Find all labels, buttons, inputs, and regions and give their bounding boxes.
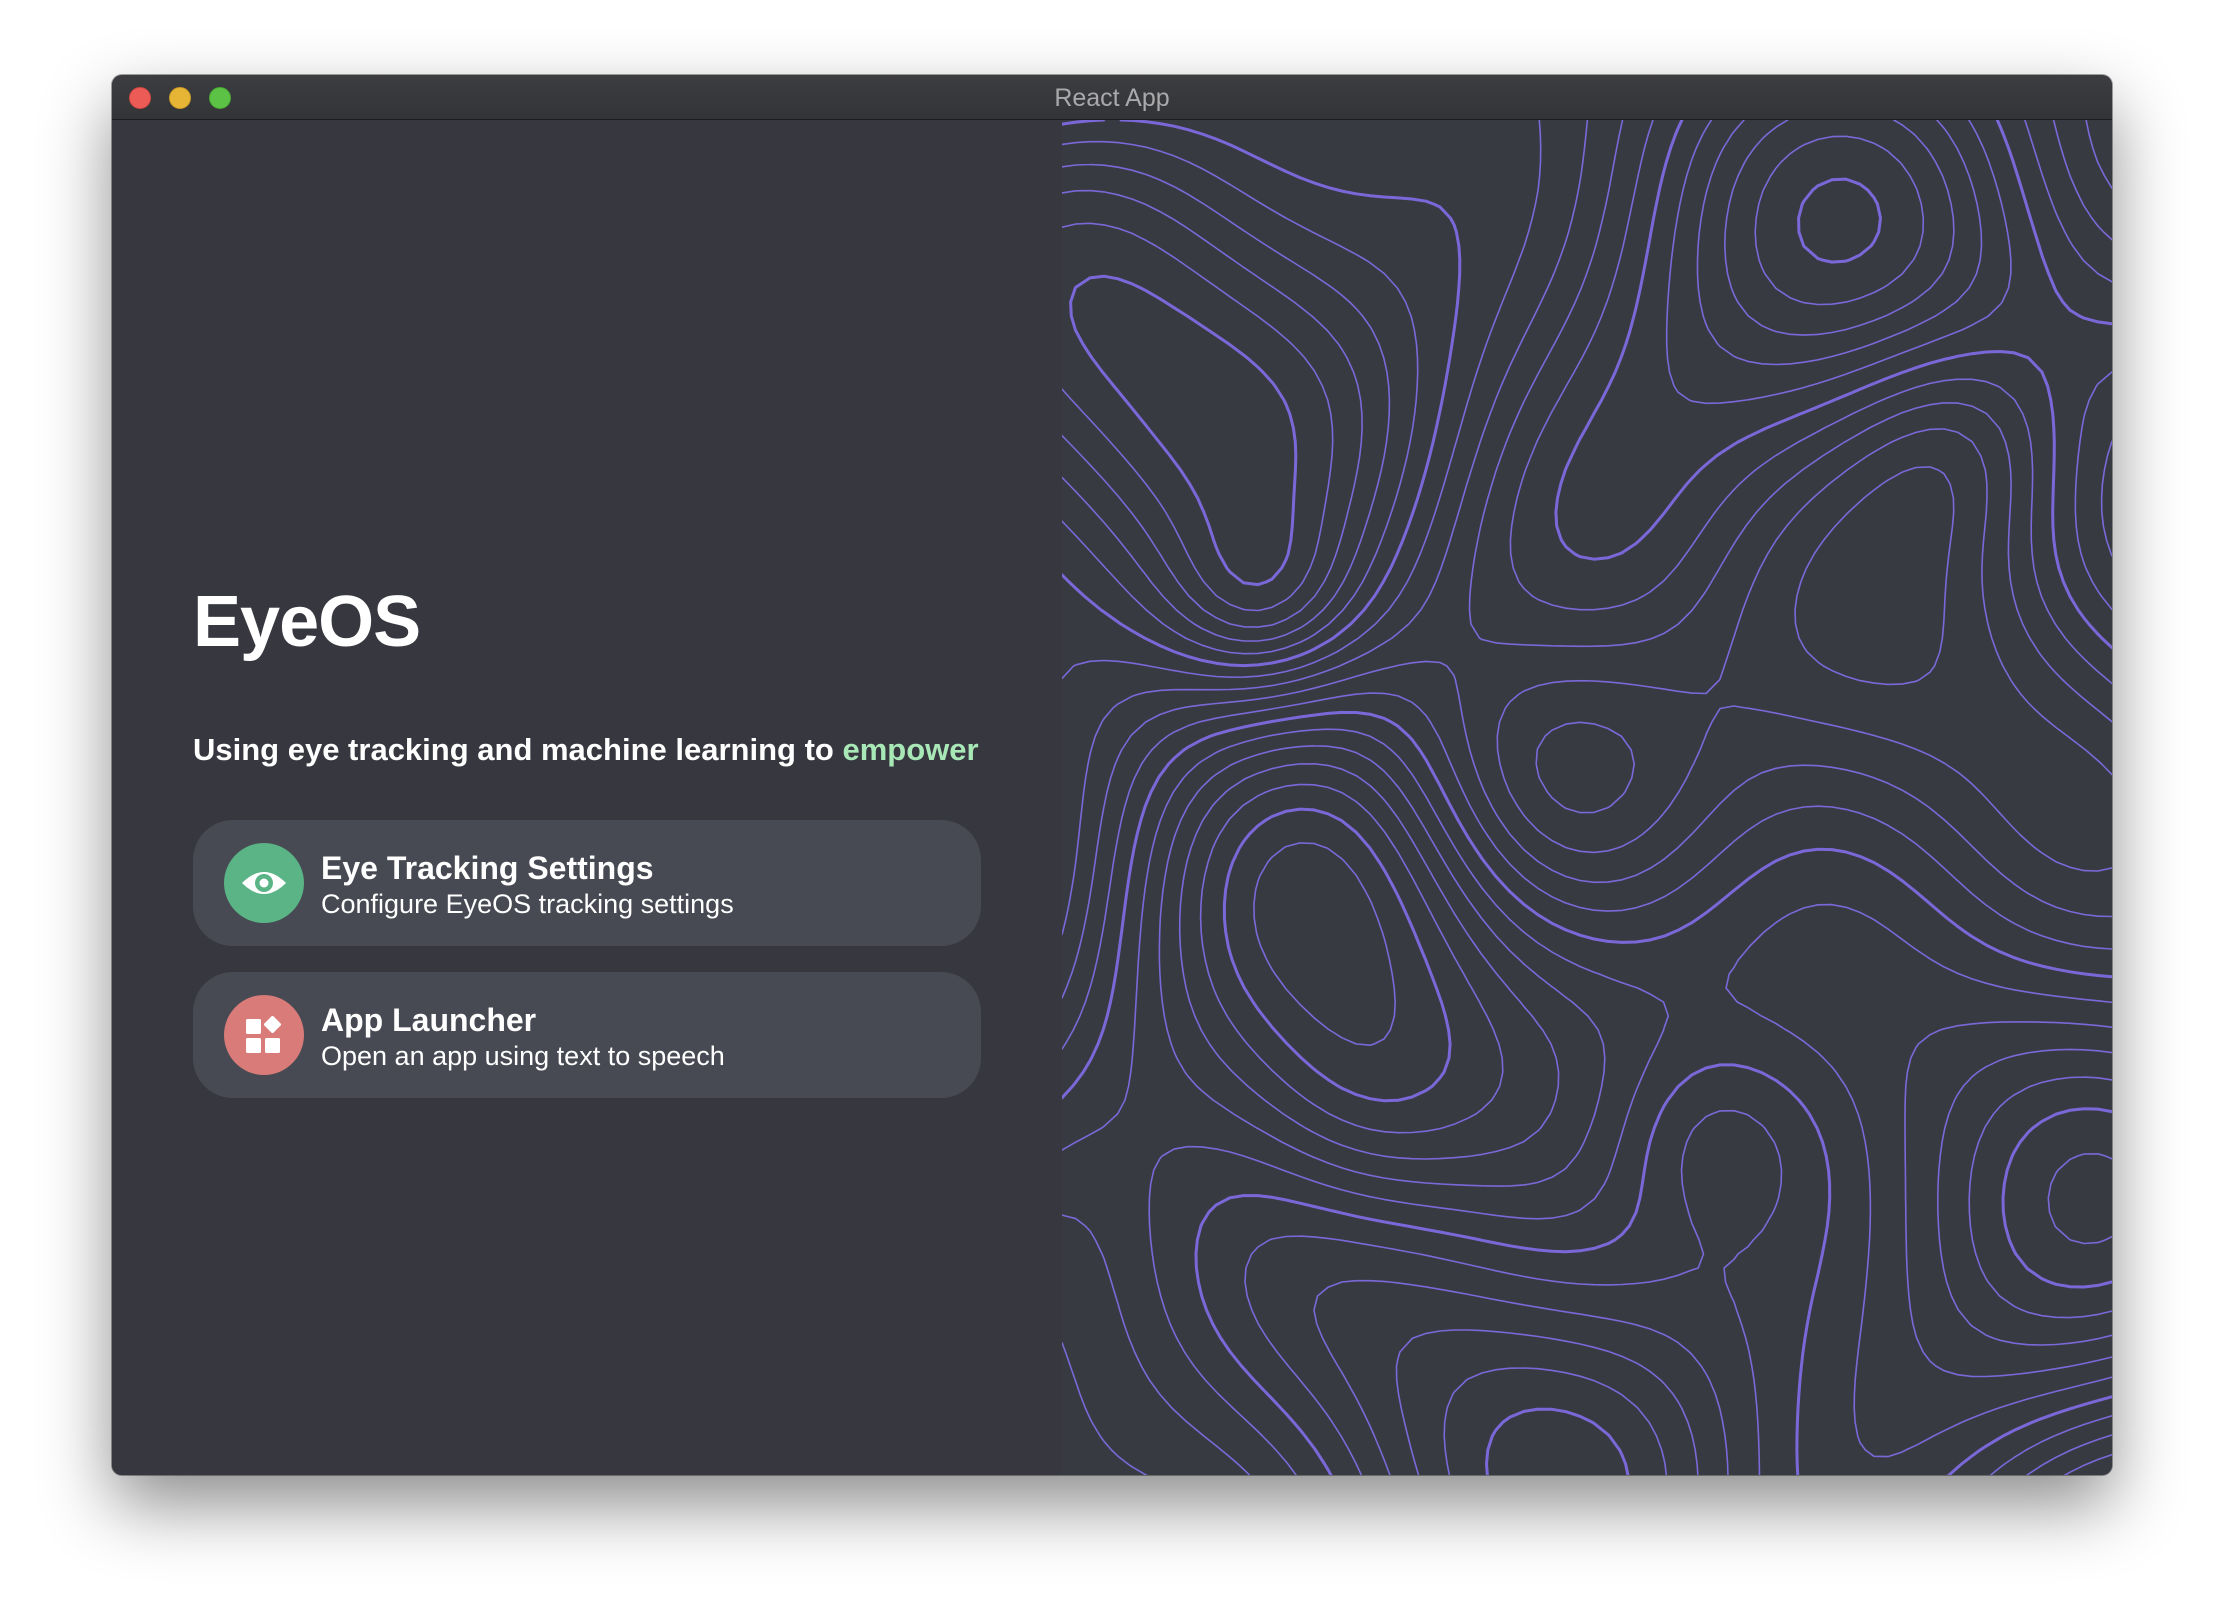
tagline: Using eye tracking and machine learning … bbox=[193, 730, 979, 770]
topographic-map-pattern bbox=[1062, 120, 2112, 1475]
contour-line bbox=[1062, 163, 1391, 642]
contour-line bbox=[1062, 120, 1630, 1475]
eye-icon bbox=[224, 843, 304, 923]
tagline-text: Using eye tracking and machine learning … bbox=[193, 732, 843, 767]
tagline-highlight: empower bbox=[842, 732, 979, 767]
app-title: EyeOS bbox=[193, 582, 421, 662]
card-title: App Launcher bbox=[321, 1002, 537, 1038]
title-bar[interactable]: React App bbox=[112, 75, 2112, 120]
app-window: React App EyeOS Using eye tracking and m… bbox=[112, 75, 2112, 1475]
left-panel: EyeOS Using eye tracking and machine lea… bbox=[112, 120, 1062, 1475]
contour-line bbox=[1069, 274, 1298, 587]
card-title: Eye Tracking Settings bbox=[321, 850, 654, 886]
card-description: Open an app using text to speech bbox=[321, 1041, 725, 1071]
contour-line bbox=[1062, 222, 1334, 612]
window-title: React App bbox=[1054, 84, 1170, 112]
app-launcher-card[interactable]: App Launcher Open an app using text to s… bbox=[193, 972, 981, 1098]
eye-tracking-settings-card[interactable]: Eye Tracking Settings Configure EyeOS tr… bbox=[193, 820, 981, 946]
contour-line bbox=[1062, 140, 1419, 655]
contour-line bbox=[1199, 135, 2112, 1319]
card-description: Configure EyeOS tracking settings bbox=[321, 889, 734, 919]
contour-line bbox=[1062, 120, 2112, 1475]
app-grid-icon bbox=[224, 995, 304, 1075]
topographic-pattern-panel bbox=[1062, 120, 2112, 1475]
app-content: EyeOS Using eye tracking and machine lea… bbox=[112, 120, 2112, 1475]
contour-line bbox=[1062, 189, 1363, 628]
